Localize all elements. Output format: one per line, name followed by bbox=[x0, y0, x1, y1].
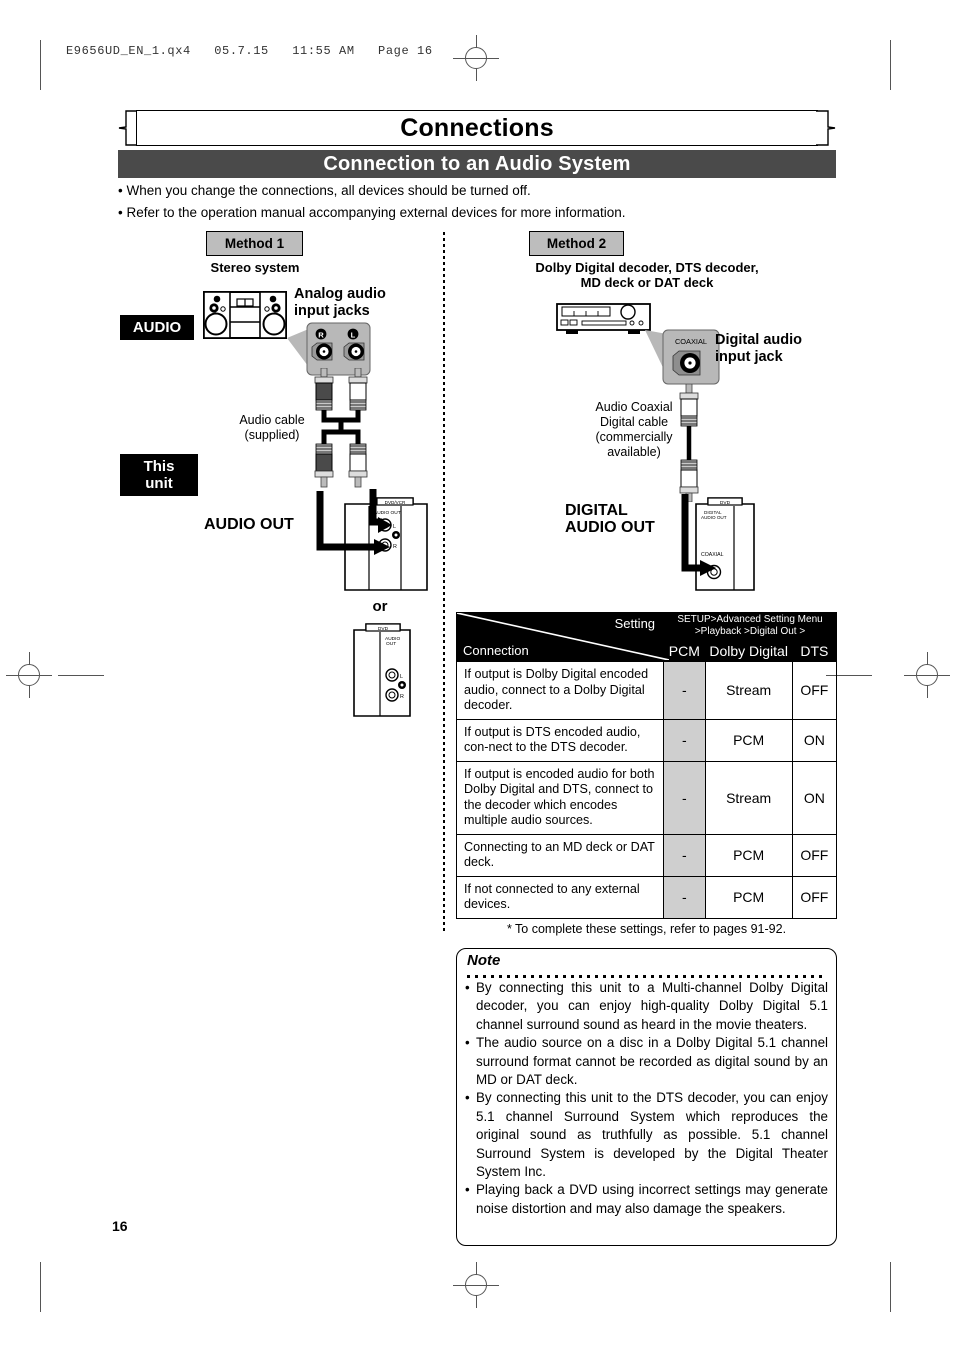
table-menu-path: SETUP>Advanced Setting Menu >Playback >D… bbox=[663, 612, 837, 640]
connection-arrows-left bbox=[310, 487, 396, 557]
table-corner-connection-label: Connection bbox=[463, 643, 529, 658]
note-list: By connecting this unit to a Multi-chann… bbox=[465, 979, 828, 1218]
intro-bullets: • When you change the connections, all d… bbox=[118, 183, 848, 227]
decoder-device-illustration bbox=[556, 303, 651, 336]
note-item: The audio source on a disc in a Dolby Di… bbox=[465, 1034, 828, 1089]
crop-mark-top-right bbox=[890, 40, 891, 90]
dvd-rear-panel: DVD AUDIO OUT L R bbox=[352, 620, 412, 718]
svg-text:OUT: OUT bbox=[386, 641, 396, 647]
chapter-banner: Connections bbox=[118, 110, 836, 146]
registration-mark-left bbox=[6, 652, 52, 698]
method-2-device-title: Dolby Digital decoder, DTS decoder, MD d… bbox=[535, 260, 759, 290]
row-dolby-digital: Stream bbox=[704, 760, 793, 835]
svg-text:R: R bbox=[318, 331, 324, 340]
analog-jack-r: R bbox=[310, 328, 336, 370]
settings-table: Setting Connection SETUP>Advanced Settin… bbox=[455, 612, 838, 919]
method-1-chip: Method 1 bbox=[206, 231, 303, 256]
svg-text:L: L bbox=[400, 674, 403, 680]
svg-text:COAXIAL: COAXIAL bbox=[675, 337, 707, 346]
svg-text:R: R bbox=[400, 694, 404, 700]
section-title: Connection to an Audio System bbox=[118, 150, 836, 178]
row-connection: If output is DTS encoded audio, con-nect… bbox=[455, 718, 665, 762]
row-dolby-digital: Stream bbox=[704, 661, 793, 720]
intro-bullet-1: • When you change the connections, all d… bbox=[118, 183, 531, 198]
audio-source-tag: AUDIO bbox=[120, 315, 194, 340]
row-dts: OFF bbox=[791, 875, 838, 919]
connection-arrow-right bbox=[667, 490, 727, 582]
row-dts: OFF bbox=[791, 661, 838, 720]
table-col-dts: DTS bbox=[791, 639, 838, 662]
note-divider bbox=[467, 975, 826, 978]
row-dts: ON bbox=[791, 760, 838, 835]
table-row: If output is encoded audio for both Dolb… bbox=[455, 760, 838, 835]
crop-mark-top-left bbox=[40, 40, 41, 90]
digital-jack-callout: COAXIAL bbox=[645, 328, 721, 386]
note-box: Note By connecting this unit to a Multi-… bbox=[456, 948, 837, 1246]
row-pcm: - bbox=[663, 875, 706, 919]
analog-jack-l: L bbox=[342, 328, 368, 370]
row-dts: ON bbox=[791, 718, 838, 762]
note-item: By connecting this unit to a Multi-chann… bbox=[465, 979, 828, 1034]
crop-mark-bottom-right bbox=[890, 1262, 891, 1312]
row-pcm: - bbox=[663, 661, 706, 720]
crop-mark-left-mid bbox=[58, 675, 104, 676]
note-item: By connecting this unit to the DTS decod… bbox=[465, 1089, 828, 1181]
row-dolby-digital: PCM bbox=[704, 833, 793, 877]
crop-mark-bottom-left bbox=[40, 1262, 41, 1312]
page-number: 16 bbox=[112, 1218, 128, 1234]
chapter-title: Connections bbox=[400, 114, 554, 142]
note-item: Playing back a DVD using incorrect setti… bbox=[465, 1181, 828, 1218]
method-2-chip: Method 2 bbox=[529, 231, 624, 256]
svg-text:DVD: DVD bbox=[378, 626, 389, 632]
method-1-device-title: Stereo system bbox=[210, 260, 300, 275]
intro-bullet-2: • Refer to the operation manual accompan… bbox=[118, 205, 626, 220]
row-dts: OFF bbox=[791, 833, 838, 877]
manual-page: E9656UD_EN_1.qx4 05.7.15 11:55 AM Page 1… bbox=[0, 0, 954, 1351]
coaxial-cable-label: Audio Coaxial Digital cable (commerciall… bbox=[595, 400, 673, 459]
digital-jack-label: Digital audio input jack bbox=[715, 332, 802, 365]
row-dolby-digital: PCM bbox=[704, 718, 793, 762]
table-corner-header: Setting Connection bbox=[455, 612, 669, 662]
column-divider bbox=[443, 232, 445, 932]
table-col-pcm: PCM bbox=[663, 639, 706, 662]
row-pcm: - bbox=[663, 833, 706, 877]
note-title: Note bbox=[467, 952, 501, 969]
row-connection: If output is encoded audio for both Dolb… bbox=[455, 760, 665, 835]
stereo-system-illustration bbox=[203, 291, 287, 339]
row-connection: If not connected to any external devices… bbox=[455, 875, 665, 919]
row-connection: If output is Dolby Digital encoded audio… bbox=[455, 661, 665, 720]
table-row: Connecting to an MD deck or DAT deck. - … bbox=[455, 833, 838, 877]
row-connection: Connecting to an MD deck or DAT deck. bbox=[455, 833, 665, 877]
table-col-dolby-digital: Dolby Digital bbox=[704, 639, 793, 662]
or-label: or bbox=[372, 598, 388, 615]
table-header-row: Setting Connection SETUP>Advanced Settin… bbox=[455, 612, 837, 662]
table-row: If output is Dolby Digital encoded audio… bbox=[455, 661, 838, 720]
row-pcm: - bbox=[663, 718, 706, 762]
table-corner-setting-label: Setting bbox=[614, 616, 656, 631]
this-unit-tag: This unit bbox=[120, 454, 198, 496]
registration-mark-top bbox=[453, 35, 499, 81]
registration-mark-bottom bbox=[453, 1262, 499, 1308]
print-header: E9656UD_EN_1.qx4 05.7.15 11:55 AM Page 1… bbox=[66, 44, 433, 58]
audio-cable-label: Audio cable (supplied) bbox=[239, 413, 305, 442]
table-row: If not connected to any external devices… bbox=[455, 875, 838, 919]
table-footnote: * To complete these settings, refer to p… bbox=[506, 922, 787, 936]
svg-text:L: L bbox=[351, 331, 356, 340]
analog-jacks-label: Analog audio input jacks bbox=[294, 286, 386, 319]
row-dolby-digital: PCM bbox=[704, 875, 793, 919]
row-pcm: - bbox=[663, 760, 706, 835]
registration-mark-right bbox=[904, 652, 950, 698]
table-row: If output is DTS encoded audio, con-nect… bbox=[455, 718, 838, 762]
